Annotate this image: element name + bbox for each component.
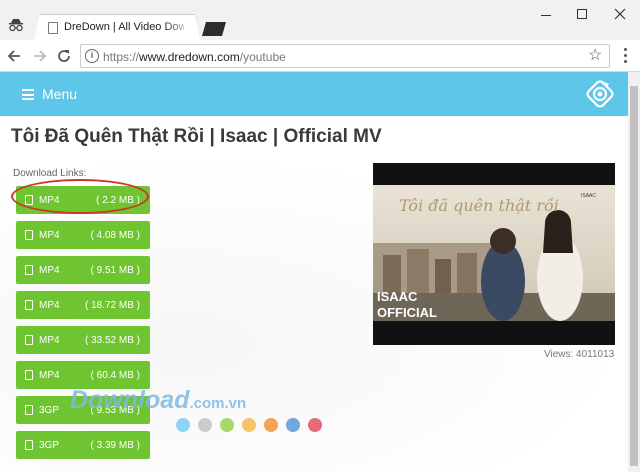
browser-menu-icon[interactable] xyxy=(624,48,628,64)
watermark-dots xyxy=(176,418,322,432)
watermark-dot xyxy=(242,418,256,432)
watermark-dot xyxy=(176,418,190,432)
reload-button[interactable] xyxy=(54,46,74,66)
highlight-annotation xyxy=(11,179,149,214)
incognito-icon xyxy=(9,19,23,32)
download-format: 3GP xyxy=(39,405,60,416)
video-thumbnail[interactable]: Tôi đã quên thật rồi ISAAC ISAAC OFFICIA… xyxy=(373,163,615,345)
thumbnail-corner-text: ISAAC xyxy=(581,193,596,199)
download-size: ( 33.52 MB ) xyxy=(84,335,140,346)
download-format: MP4 xyxy=(39,230,60,241)
minimize-button[interactable] xyxy=(536,6,556,22)
tab-strip: DreDown | All Video Dow xyxy=(0,0,640,40)
download-size: ( 18.72 MB ) xyxy=(84,300,140,311)
download-format: MP4 xyxy=(39,265,60,276)
file-icon xyxy=(25,440,33,450)
scrollbar[interactable] xyxy=(628,72,640,472)
page-icon xyxy=(48,22,58,34)
thumbnail-image: Tôi đã quên thật rồi ISAAC ISAAC OFFICIA… xyxy=(373,163,615,345)
menu-button[interactable]: Menu xyxy=(42,86,77,102)
address-bar[interactable]: i https://www.dredown.com/youtube xyxy=(80,44,610,68)
file-icon xyxy=(25,265,33,275)
download-button[interactable]: MP4 ( 9.51 MB ) xyxy=(16,256,150,284)
arrow-left-icon xyxy=(7,50,20,62)
download-size: ( 3.39 MB ) xyxy=(90,440,140,451)
watermark-logo: Download.com.vn xyxy=(70,386,247,414)
close-icon xyxy=(614,8,626,20)
tab-active[interactable]: DreDown | All Video Dow xyxy=(34,14,200,40)
maximize-icon xyxy=(577,9,587,19)
info-icon[interactable]: i xyxy=(85,49,99,63)
watermark-dot xyxy=(264,418,278,432)
download-button[interactable]: MP4 ( 18.72 MB ) xyxy=(16,291,150,319)
download-button[interactable]: MP4 ( 60.4 MB ) xyxy=(16,361,150,389)
file-icon xyxy=(25,370,33,380)
thumbnail-caption-line2: OFFICIAL xyxy=(377,305,437,320)
download-format: MP4 xyxy=(39,300,60,311)
watermark-dot xyxy=(220,418,234,432)
reload-icon xyxy=(58,50,70,62)
minimize-icon xyxy=(541,15,551,16)
view-count: Views: 4011013 xyxy=(544,349,615,360)
thumbnail-script-text: Tôi đã quên thật rồi xyxy=(399,196,559,215)
watermark-dot xyxy=(286,418,300,432)
download-format: MP4 xyxy=(39,370,60,381)
file-icon xyxy=(25,300,33,310)
scrollbar-thumb[interactable] xyxy=(630,86,638,466)
hamburger-icon[interactable] xyxy=(22,89,34,100)
download-size: ( 4.08 MB ) xyxy=(90,230,140,241)
download-button[interactable]: MP4 ( 4.08 MB ) xyxy=(16,221,150,249)
file-icon xyxy=(25,335,33,345)
video-title: Tôi Đã Quên Thật Rồi | Isaac | Official … xyxy=(11,126,382,147)
watermark-dot xyxy=(198,418,212,432)
file-icon xyxy=(25,230,33,240)
download-format: MP4 xyxy=(39,335,60,346)
arrow-right-icon xyxy=(34,50,47,62)
site-logo-icon[interactable] xyxy=(584,78,616,110)
browser-toolbar: i https://www.dredown.com/youtube xyxy=(0,40,640,72)
maximize-button[interactable] xyxy=(572,6,592,22)
file-icon xyxy=(25,405,33,415)
bookmark-star-icon[interactable]: ☆ xyxy=(588,45,602,65)
download-size: ( 9.51 MB ) xyxy=(90,265,140,276)
download-format: 3GP xyxy=(39,440,60,451)
browser-chrome: DreDown | All Video Dow i https://www.dr… xyxy=(0,0,640,72)
forward-button[interactable] xyxy=(30,46,50,66)
site-menu-bar: Menu xyxy=(0,72,628,116)
close-window-button[interactable] xyxy=(610,6,630,22)
thumbnail-caption-line1: ISAAC xyxy=(377,289,418,304)
new-tab-button[interactable] xyxy=(202,22,226,36)
page-content: Menu Tôi Đã Quên Thật Rồi | Isaac | Offi… xyxy=(0,72,628,472)
download-button[interactable]: 3GP ( 3.39 MB ) xyxy=(16,431,150,459)
url-text: https://www.dredown.com/youtube xyxy=(103,50,286,64)
back-button[interactable] xyxy=(4,46,24,66)
watermark-dot xyxy=(308,418,322,432)
download-size: ( 60.4 MB ) xyxy=(90,370,140,381)
download-button[interactable]: MP4 ( 33.52 MB ) xyxy=(16,326,150,354)
download-links-label: Download Links: xyxy=(13,168,87,179)
